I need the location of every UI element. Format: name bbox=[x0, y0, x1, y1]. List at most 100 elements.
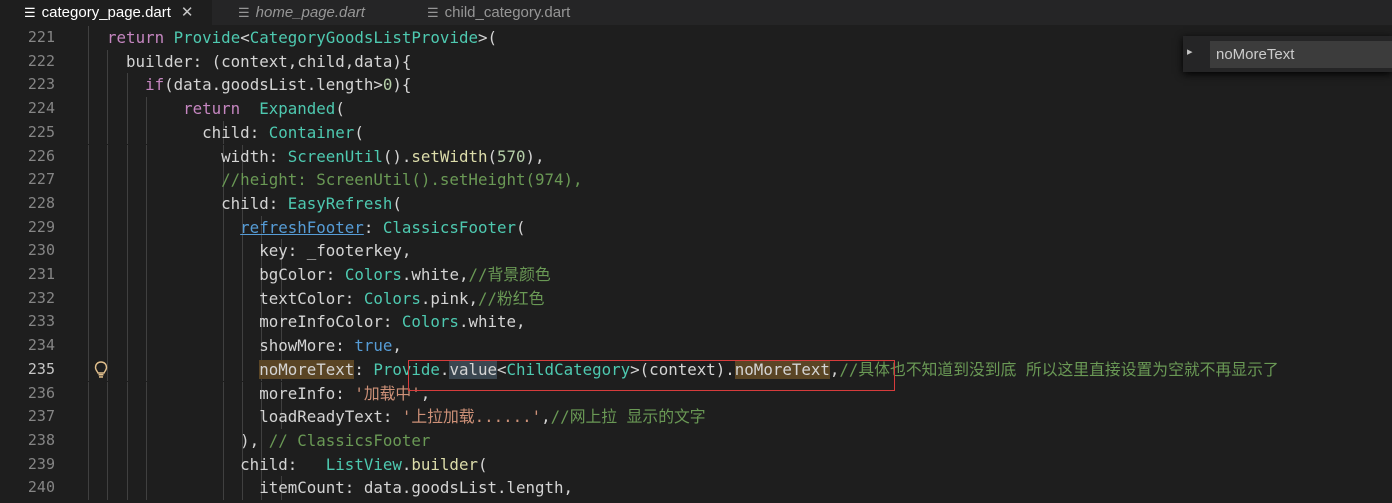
code-token: , bbox=[392, 336, 402, 356]
code-line: 237 loadReadyText: '上拉加载......',//网上拉 显示… bbox=[0, 405, 1392, 429]
code-token: builder: (context,child,data){ bbox=[126, 51, 412, 71]
code-token: .white, bbox=[401, 265, 469, 284]
code-token: return bbox=[107, 28, 165, 47]
lines-icon: ☰ bbox=[24, 5, 36, 20]
code-text: //height: ScreenUtil().setHeight(974), bbox=[88, 168, 582, 192]
line-number: 225 bbox=[27, 122, 55, 141]
code-text: bgColor: Colors.white,//背景颜色 bbox=[88, 263, 550, 287]
find-input[interactable] bbox=[1210, 41, 1392, 68]
find-widget: ▸ bbox=[1183, 36, 1392, 72]
tab-home-page[interactable]: ☰ home_page.dart bbox=[212, 0, 408, 25]
line-number: 222 bbox=[27, 51, 55, 70]
code-token: < bbox=[240, 28, 250, 47]
line-number: 234 bbox=[27, 336, 55, 355]
code-token: Expanded bbox=[259, 99, 336, 119]
line-number: 229 bbox=[27, 217, 55, 236]
code-text: if(data.goodsList.length>0){ bbox=[88, 73, 411, 97]
code-token: setWidth bbox=[411, 146, 488, 166]
code-line: 233 moreInfoColor: Colors.white, bbox=[0, 310, 1392, 335]
editor-tab-bar: ☰ category_page.dart ✕ ☰ home_page.dart ☰ ch… bbox=[0, 0, 1392, 25]
tab-child-category[interactable]: ☰ child_category.dart bbox=[408, 0, 608, 25]
code-line: 227 //height: ScreenUtil().setHeight(974… bbox=[0, 168, 1392, 192]
code-line: 229 refreshFooter: ClassicsFooter( bbox=[0, 215, 1392, 240]
tab-label: category_page.dart bbox=[41, 4, 171, 21]
code-token: ), bbox=[240, 430, 269, 450]
code-line: 223 if(data.goodsList.length>0){ bbox=[0, 73, 1392, 98]
line-number: 221 bbox=[27, 28, 55, 46]
code-token: 0 bbox=[382, 75, 393, 95]
code-text: child: Container( bbox=[88, 121, 364, 145]
code-token: ScreenUtil bbox=[287, 146, 383, 166]
line-number: 235 bbox=[27, 359, 55, 378]
code-token: ), bbox=[525, 146, 545, 166]
code-token: moreInfo: bbox=[259, 383, 355, 403]
code-token: builder bbox=[411, 454, 478, 474]
code-token: Colors bbox=[401, 312, 459, 332]
code-line: 231 bgColor: Colors.white,//背景颜色 bbox=[0, 263, 1392, 287]
code-text: child: EasyRefresh( bbox=[88, 192, 402, 216]
line-number: 228 bbox=[27, 193, 55, 212]
lines-icon: ☰ bbox=[238, 5, 250, 20]
code-text: moreInfo: '加载中', bbox=[88, 382, 430, 406]
code-token: : bbox=[354, 359, 374, 379]
code-line: 226 width: ScreenUtil().setWidth(570), bbox=[0, 144, 1392, 169]
code-line: 239 child: ListView.builder( bbox=[0, 452, 1392, 477]
code-token: showMore: bbox=[259, 336, 355, 356]
line-number: 231 bbox=[27, 265, 55, 283]
code-text: width: ScreenUtil().setWidth(570), bbox=[88, 145, 545, 169]
code-token: width: bbox=[221, 146, 288, 166]
code-token: ){ bbox=[392, 75, 412, 95]
code-token: noMoreText bbox=[259, 359, 355, 379]
code-token: child: bbox=[240, 454, 326, 474]
line-number: 224 bbox=[27, 99, 55, 118]
code-text: builder: (context,child,data){ bbox=[88, 50, 411, 74]
code-token: (). bbox=[382, 146, 412, 166]
code-editor[interactable]: 221 return Provide<CategoryGoodsListProv… bbox=[0, 25, 1392, 503]
code-token: Container bbox=[268, 122, 355, 142]
line-number: 240 bbox=[27, 478, 55, 497]
expand-replace-toggle[interactable]: ▸ bbox=[1187, 45, 1193, 58]
code-token: ( bbox=[335, 99, 345, 119]
code-token: .pink, bbox=[420, 288, 478, 308]
line-number: 223 bbox=[27, 75, 55, 94]
code-line: 240 itemCount: data.goodsList.length, bbox=[0, 476, 1392, 500]
line-number: 236 bbox=[27, 383, 55, 402]
code-text: child: ListView.builder( bbox=[88, 453, 487, 477]
code-text: refreshFooter: ClassicsFooter( bbox=[88, 216, 526, 240]
code-token: . bbox=[401, 454, 412, 474]
code-text: textColor: Colors.pink,//粉红色 bbox=[88, 287, 544, 311]
code-token: // ClassicsFooter bbox=[268, 430, 431, 450]
close-icon[interactable]: ✕ bbox=[181, 4, 194, 21]
line-number: 230 bbox=[27, 241, 55, 260]
code-token: Provide bbox=[173, 28, 241, 47]
code-token: refreshFooter bbox=[240, 217, 364, 237]
code-token: ClassicsFooter bbox=[382, 217, 516, 237]
tab-category-page[interactable]: ☰ category_page.dart ✕ bbox=[0, 0, 212, 25]
code-token: //具体也不知道到没到底 所以这里直接设置为空就不再显示了 bbox=[839, 359, 1279, 379]
code-line: 224 return Expanded( bbox=[0, 97, 1392, 121]
code-line: 225 child: Container( bbox=[0, 120, 1392, 145]
code-token: Colors bbox=[363, 288, 421, 308]
code-token: 570 bbox=[497, 146, 526, 166]
code-text: return Provide<CategoryGoodsListProvide>… bbox=[88, 26, 497, 50]
code-text: showMore: true, bbox=[88, 334, 402, 358]
code-token: loadReadyText: bbox=[259, 407, 402, 427]
code-token: .white, bbox=[458, 312, 526, 332]
code-token: CategoryGoodsListProvide bbox=[249, 28, 478, 47]
code-token: ( bbox=[392, 193, 402, 213]
code-token: ( bbox=[516, 217, 526, 237]
code-line: 228 child: EasyRefresh( bbox=[0, 191, 1392, 216]
